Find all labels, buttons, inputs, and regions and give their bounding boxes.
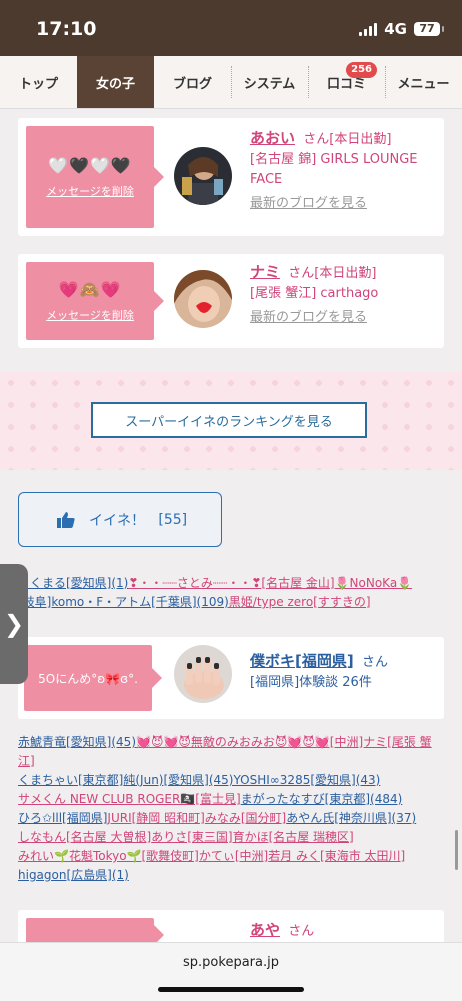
girl-name[interactable]: あや <box>250 921 280 939</box>
liker-link[interactable]: YOSHI∞3285[愛知県](43) <box>234 773 381 787</box>
avatar[interactable] <box>174 147 232 205</box>
liker-link[interactable]: [名古屋 金山] <box>261 576 334 590</box>
liker-link[interactable]: ❣・・┈┈さとみ┈┈・・❣ <box>128 576 261 590</box>
super-like-ranking-button[interactable]: スーパーイイネのランキングを見る <box>91 402 367 438</box>
liker-link[interactable]: サメくん NEW CLUB ROGER🏴‍☠️[富士見] <box>18 792 241 806</box>
like-button[interactable]: イイネ！ [55] <box>18 492 222 547</box>
work-status: [本日出勤] <box>314 266 377 281</box>
latest-blog-link[interactable]: 最新のブログを見る <box>250 310 367 325</box>
message-text: 5Oにんめ°ʚ🎀ɞ°. <box>38 671 138 686</box>
liker-link[interactable]: 黒姫/type zero[すすきの] <box>229 595 371 609</box>
liker-link[interactable]: みなみ[国分町] <box>205 811 286 825</box>
liker-link[interactable]: 育かほ[名古屋 瑞穂区] <box>233 830 354 844</box>
liker-link[interactable]: [岐阜]komo・F・アトム[千葉県](109) <box>18 595 229 609</box>
status-icons: 4G 77 <box>359 20 444 38</box>
liker-link[interactable]: まがったなすび[東京都](484) <box>241 792 403 806</box>
battery-icon: 77 <box>414 22 444 36</box>
ranking-banner: スーパーイイネのランキングを見る <box>0 372 462 470</box>
reviewer-name[interactable]: 僕ボキ[福岡県] <box>250 652 354 670</box>
tab-label: システム <box>243 76 296 92</box>
girl-info: ナミ さん[本日出勤] [尾張 蟹江] carthago 最新のブログを見る <box>250 262 436 328</box>
browser-url-bar[interactable]: sp.pokepara.jp <box>0 942 462 1001</box>
message-box: 5Oにんめ°ʚ🎀ɞ°. <box>24 645 162 711</box>
like-count: [55] <box>158 511 188 528</box>
avatar[interactable] <box>174 270 232 328</box>
scrollbar[interactable] <box>455 830 458 870</box>
message-emoji: 🤍🖤🤍🖤 <box>48 155 132 175</box>
tab-label: ブログ <box>172 76 212 92</box>
message-box: 💗🙈💗 メッセージを削除 <box>26 262 164 340</box>
liker-link[interactable]: ありさ[東三国] <box>151 830 232 844</box>
girl-info: あおい さん[本日出勤] [名古屋 錦] GIRLS LOUNGE FACE 最… <box>250 128 436 214</box>
thumbs-up-icon <box>57 511 75 528</box>
liker-link[interactable]: JURI[静岡 昭和町] <box>107 811 204 825</box>
tab-label: トップ <box>18 76 58 92</box>
girl-card: 🤍🖤🤍🖤 メッセージを削除 あおい さん[本日出勤] [名古屋 錦] GIRLS… <box>18 118 444 236</box>
girl-name[interactable]: ナミ <box>250 263 280 281</box>
liker-link[interactable]: higagon[広島県](1) <box>18 868 129 882</box>
liker-list: 赤鯱青竜[愛知県](45)💓😈💓😈無敵のみおみお😈💓😈💓[中洲]ナミ[尾張 蟹江… <box>18 733 444 885</box>
liker-link[interactable]: 赤鯱青竜[愛知県](45) <box>18 735 136 749</box>
main-nav: トップ 女の子 ブログ システム 口コミ 256 メニュー <box>0 56 462 109</box>
reviewer-card: 5Oにんめ°ʚ🎀ɞ°. 僕ボキ[福岡県] さん [福岡県]体験談 26件 <box>18 637 444 719</box>
liker-link[interactable]: ぐくまる[愛知県](1) <box>18 576 128 590</box>
chevron-right-icon: ❯ <box>3 610 25 638</box>
delete-message-link[interactable]: メッセージを削除 <box>46 307 134 323</box>
honorific: さん <box>361 655 388 670</box>
delete-message-link[interactable]: メッセージを削除 <box>46 183 134 199</box>
status-bar: 17:10 4G 77 <box>0 0 462 56</box>
honorific: さん <box>288 266 315 281</box>
tab-reviews[interactable]: 口コミ 256 <box>308 56 385 108</box>
liker-list: ぐくまる[愛知県](1)❣・・┈┈さとみ┈┈・・❣[名古屋 金山]🌷NoNoKa… <box>18 574 444 612</box>
girl-info: あや さん <box>250 920 436 942</box>
girl-card: 💗🙈💗 メッセージを削除 ナミ さん[本日出勤] [尾張 蟹江] carthag… <box>18 254 444 348</box>
tab-menu[interactable]: メニュー <box>385 56 462 108</box>
message-box: 🤍🖤🤍🖤 メッセージを削除 <box>26 126 164 228</box>
liker-link[interactable]: ひろ✩lll[福岡県] <box>18 811 107 825</box>
message-emoji: 💗🙈💗 <box>58 279 122 299</box>
review-count: [福岡県]体験談 26件 <box>250 675 372 690</box>
liker-link[interactable]: しなもん[名古屋 大曽根] <box>18 830 151 844</box>
tab-girls[interactable]: 女の子 <box>77 56 154 108</box>
review-count-badge: 256 <box>346 62 377 78</box>
liker-link[interactable]: 純(Jun)[愛知県](45) <box>123 773 233 787</box>
girl-name[interactable]: あおい <box>250 129 295 147</box>
reviewer-info: 僕ボキ[福岡県] さん [福岡県]体験談 26件 <box>250 651 436 693</box>
honorific: さん <box>288 924 315 939</box>
signal-icon <box>359 22 378 36</box>
liker-link[interactable]: あやん氏[神奈川県](37) <box>286 811 416 825</box>
home-indicator[interactable] <box>158 987 304 992</box>
network-label: 4G <box>384 20 407 38</box>
shop-location: [名古屋 錦] GIRLS LOUNGE FACE <box>250 152 418 187</box>
clock: 17:10 <box>36 18 97 40</box>
work-status: [本日出勤] <box>329 132 392 147</box>
liker-link[interactable]: かてぃ[中洲] <box>199 849 268 863</box>
liker-link[interactable]: くまちゃい[東京都] <box>18 773 123 787</box>
side-drawer-toggle[interactable]: ❯ <box>0 564 28 684</box>
liker-link[interactable]: みれい🌱花魁Tokyo🌱[歌舞伎町] <box>18 849 199 863</box>
honorific: さん <box>303 132 330 147</box>
tab-blog[interactable]: ブログ <box>154 56 231 108</box>
liker-link[interactable]: 若月 みく[東海市 太田川] <box>268 849 405 863</box>
avatar[interactable] <box>174 645 232 703</box>
tab-label: メニュー <box>397 76 450 92</box>
url-text: sp.pokepara.jp <box>183 955 279 970</box>
tab-system[interactable]: システム <box>231 56 308 108</box>
liker-link[interactable]: 🌷NoNoKa🌷 <box>335 576 413 590</box>
latest-blog-link[interactable]: 最新のブログを見る <box>250 196 367 211</box>
tab-top[interactable]: トップ <box>0 56 77 108</box>
like-label: イイネ！ <box>89 512 145 529</box>
tab-label: 女の子 <box>95 76 135 92</box>
shop-location: [尾張 蟹江] carthago <box>250 286 379 301</box>
